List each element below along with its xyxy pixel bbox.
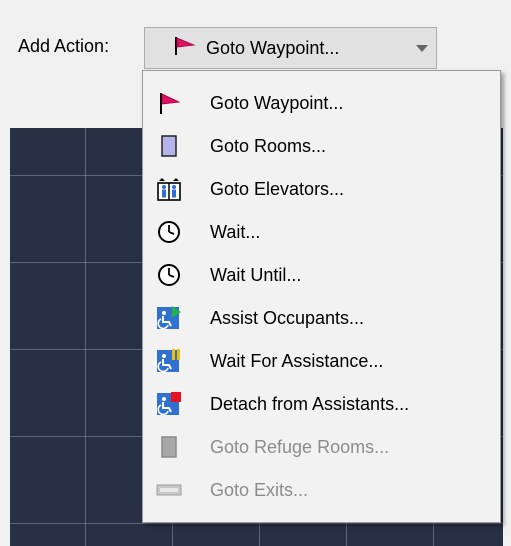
chevron-down-icon[interactable] [416, 45, 428, 52]
menu-item-detach-from-assistants[interactable]: Detach from Assistants... [143, 384, 500, 424]
menu-item-goto-waypoint[interactable]: Goto Waypoint... [143, 83, 500, 123]
refuge-room-icon [156, 434, 182, 460]
combobox-value: Goto Waypoint... [206, 37, 340, 58]
menu-item-label: Assist Occupants... [210, 307, 365, 328]
menu-item-label: Goto Exits... [210, 479, 309, 500]
add-action-combobox[interactable]: Goto Waypoint... [144, 27, 437, 69]
menu-item-label: Goto Rooms... [210, 135, 327, 156]
clock-icon [156, 262, 182, 288]
room-icon [156, 133, 182, 159]
exit-sign-icon [156, 477, 182, 503]
menu-item-goto-elevators[interactable]: Goto Elevators... [143, 169, 500, 209]
assist-play-icon [156, 305, 182, 331]
menu-item-label: Goto Refuge Rooms... [210, 436, 390, 457]
menu-item-label: Wait For Assistance... [210, 350, 384, 371]
menu-item-label: Detach from Assistants... [210, 393, 410, 414]
menu-item-label: Wait Until... [210, 264, 302, 285]
add-action-label: Add Action: [18, 36, 110, 56]
assist-stop-icon [156, 391, 182, 417]
waypoint-flag-icon [156, 90, 182, 116]
menu-item-wait-for-assistance[interactable]: Wait For Assistance... [143, 341, 500, 381]
menu-item-goto-exits[interactable]: Goto Exits... [143, 470, 500, 510]
assist-pause-icon [156, 348, 182, 374]
clock-icon [156, 219, 182, 245]
menu-item-assist-occupants[interactable]: Assist Occupants... [143, 298, 500, 338]
action-dropdown-menu: Goto Waypoint... Goto Rooms... Goto Elev… [142, 70, 501, 523]
menu-item-label: Goto Elevators... [210, 178, 345, 199]
waypoint-flag-icon [174, 36, 196, 61]
menu-item-wait[interactable]: Wait... [143, 212, 500, 252]
menu-item-goto-rooms[interactable]: Goto Rooms... [143, 126, 500, 166]
menu-item-label: Wait... [210, 221, 261, 242]
menu-item-label: Goto Waypoint... [210, 92, 344, 113]
elevator-icon [156, 176, 182, 202]
menu-item-wait-until[interactable]: Wait Until... [143, 255, 500, 295]
menu-item-goto-refuge-rooms[interactable]: Goto Refuge Rooms... [143, 427, 500, 467]
